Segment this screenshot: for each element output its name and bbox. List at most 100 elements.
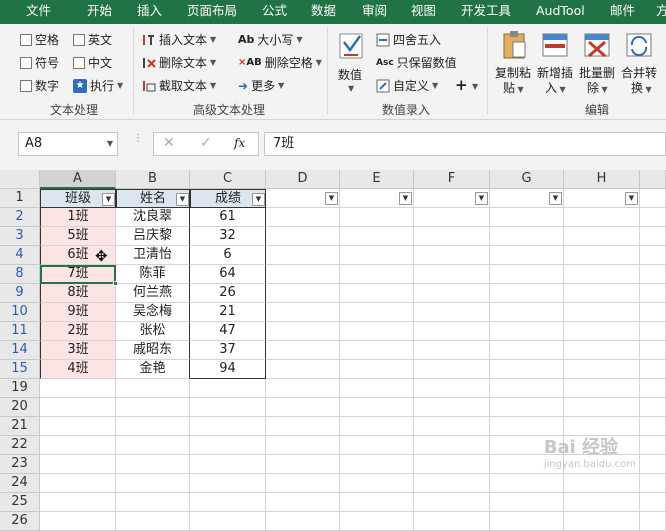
menu-insert[interactable]: 插入 — [137, 0, 162, 24]
empty-cell[interactable] — [266, 360, 340, 379]
empty-cell[interactable] — [414, 493, 490, 512]
class-cell[interactable]: 4班 — [40, 360, 116, 379]
empty-cell[interactable] — [564, 246, 640, 265]
empty-cell[interactable] — [40, 493, 116, 512]
header-cell[interactable]: ▼ — [490, 189, 564, 208]
empty-cell[interactable] — [414, 398, 490, 417]
menu-formulas[interactable]: 公式 — [262, 0, 287, 24]
empty-cell[interactable] — [414, 360, 490, 379]
empty-cell[interactable] — [266, 436, 340, 455]
col-header-h[interactable]: H — [564, 170, 640, 189]
score-cell[interactable]: 21 — [190, 303, 266, 322]
score-cell[interactable]: 94 — [190, 360, 266, 379]
empty-cell[interactable] — [266, 379, 340, 398]
empty-cell[interactable] — [266, 246, 340, 265]
score-cell[interactable]: 64 — [190, 265, 266, 284]
menu-view[interactable]: 视图 — [411, 0, 436, 24]
row-header[interactable]: 20 — [0, 398, 40, 417]
empty-cell[interactable] — [340, 398, 414, 417]
header-cell[interactable]: 姓名 ▼ — [116, 189, 190, 208]
filter-dropdown-icon[interactable]: ▼ — [399, 192, 412, 205]
empty-cell[interactable] — [640, 322, 666, 341]
empty-cell[interactable] — [116, 474, 190, 493]
header-cell[interactable]: ▼ — [414, 189, 490, 208]
empty-cell[interactable] — [340, 417, 414, 436]
empty-cell[interactable] — [490, 493, 564, 512]
row-header[interactable]: 4 — [0, 246, 40, 265]
col-header-a[interactable]: A — [40, 170, 116, 189]
empty-cell[interactable] — [266, 208, 340, 227]
empty-cell[interactable] — [564, 322, 640, 341]
name-cell[interactable]: 戚昭东 — [116, 341, 190, 360]
score-cell[interactable]: 32 — [190, 227, 266, 246]
row-header-1[interactable]: 1 — [0, 189, 40, 208]
empty-cell[interactable] — [640, 227, 666, 246]
empty-cell[interactable] — [40, 436, 116, 455]
row-header[interactable]: 19 — [0, 379, 40, 398]
col-header-d[interactable]: D — [266, 170, 340, 189]
fill-handle[interactable] — [113, 281, 118, 286]
check-number[interactable]: 数字 — [20, 77, 59, 94]
empty-cell[interactable] — [40, 398, 116, 417]
extract-text-button[interactable]: 截取文本 ▼ — [142, 77, 216, 94]
empty-cell[interactable] — [340, 474, 414, 493]
empty-cell[interactable] — [340, 227, 414, 246]
check-english[interactable]: 英文 — [73, 31, 112, 48]
menu-mail[interactable]: 邮件 — [610, 0, 635, 24]
score-cell[interactable]: 47 — [190, 322, 266, 341]
dropdown-arrow-icon[interactable]: ▼ — [472, 82, 478, 91]
empty-cell[interactable] — [490, 284, 564, 303]
empty-cell[interactable] — [340, 303, 414, 322]
empty-cell[interactable] — [266, 322, 340, 341]
row-header[interactable]: 11 — [0, 322, 40, 341]
insert-text-button[interactable]: 插入文本 ▼ — [142, 31, 216, 48]
empty-cell[interactable] — [490, 512, 564, 531]
empty-cell[interactable] — [414, 284, 490, 303]
menu-review[interactable]: 审阅 — [362, 0, 387, 24]
delete-text-button[interactable]: 删除文本 ▼ — [142, 54, 216, 71]
row-header[interactable]: 26 — [0, 512, 40, 531]
empty-cell[interactable] — [490, 303, 564, 322]
header-cell[interactable]: ▼ — [266, 189, 340, 208]
row-header[interactable]: 9 — [0, 284, 40, 303]
checkbox-icon[interactable] — [20, 33, 32, 46]
empty-cell[interactable] — [640, 455, 666, 474]
empty-cell[interactable] — [414, 246, 490, 265]
select-all-corner[interactable] — [0, 170, 40, 189]
formula-input[interactable]: 7班 — [264, 132, 666, 156]
remove-space-button[interactable]: ×AB 删除空格 ▼ — [238, 54, 322, 71]
check-chinese[interactable]: 中文 — [73, 54, 112, 71]
empty-cell[interactable] — [640, 341, 666, 360]
empty-cell[interactable] — [116, 436, 190, 455]
empty-cell[interactable] — [640, 379, 666, 398]
menu-page-layout[interactable]: 页面布局 — [187, 0, 237, 24]
empty-cell[interactable] — [266, 303, 340, 322]
confirm-icon[interactable]: ✓ — [200, 135, 212, 151]
empty-cell[interactable] — [640, 208, 666, 227]
empty-cell[interactable] — [640, 265, 666, 284]
score-cell[interactable]: 6 — [190, 246, 266, 265]
empty-cell[interactable] — [266, 417, 340, 436]
empty-cell[interactable] — [266, 265, 340, 284]
empty-cell[interactable] — [340, 379, 414, 398]
empty-cell[interactable] — [640, 436, 666, 455]
empty-cell[interactable] — [490, 398, 564, 417]
filter-dropdown-icon[interactable]: ▼ — [475, 192, 488, 205]
more-button[interactable]: ➜ 更多 ▼ — [238, 77, 284, 94]
empty-cell[interactable] — [490, 379, 564, 398]
empty-cell[interactable] — [490, 265, 564, 284]
row-header[interactable]: 3 — [0, 227, 40, 246]
empty-cell[interactable] — [116, 379, 190, 398]
col-header-b[interactable]: B — [116, 170, 190, 189]
empty-cell[interactable] — [414, 303, 490, 322]
keep-values-button[interactable]: Asc 只保留数值 — [376, 54, 457, 71]
name-cell[interactable]: 吕庆黎 — [116, 227, 190, 246]
empty-cell[interactable] — [340, 208, 414, 227]
filter-dropdown-icon[interactable]: ▼ — [549, 192, 562, 205]
empty-cell[interactable] — [40, 455, 116, 474]
empty-cell[interactable] — [414, 208, 490, 227]
class-cell[interactable]: 5班 — [40, 227, 116, 246]
col-header-g[interactable]: G — [490, 170, 564, 189]
check-space[interactable]: 空格 — [20, 31, 59, 48]
row-header[interactable]: 14 — [0, 341, 40, 360]
